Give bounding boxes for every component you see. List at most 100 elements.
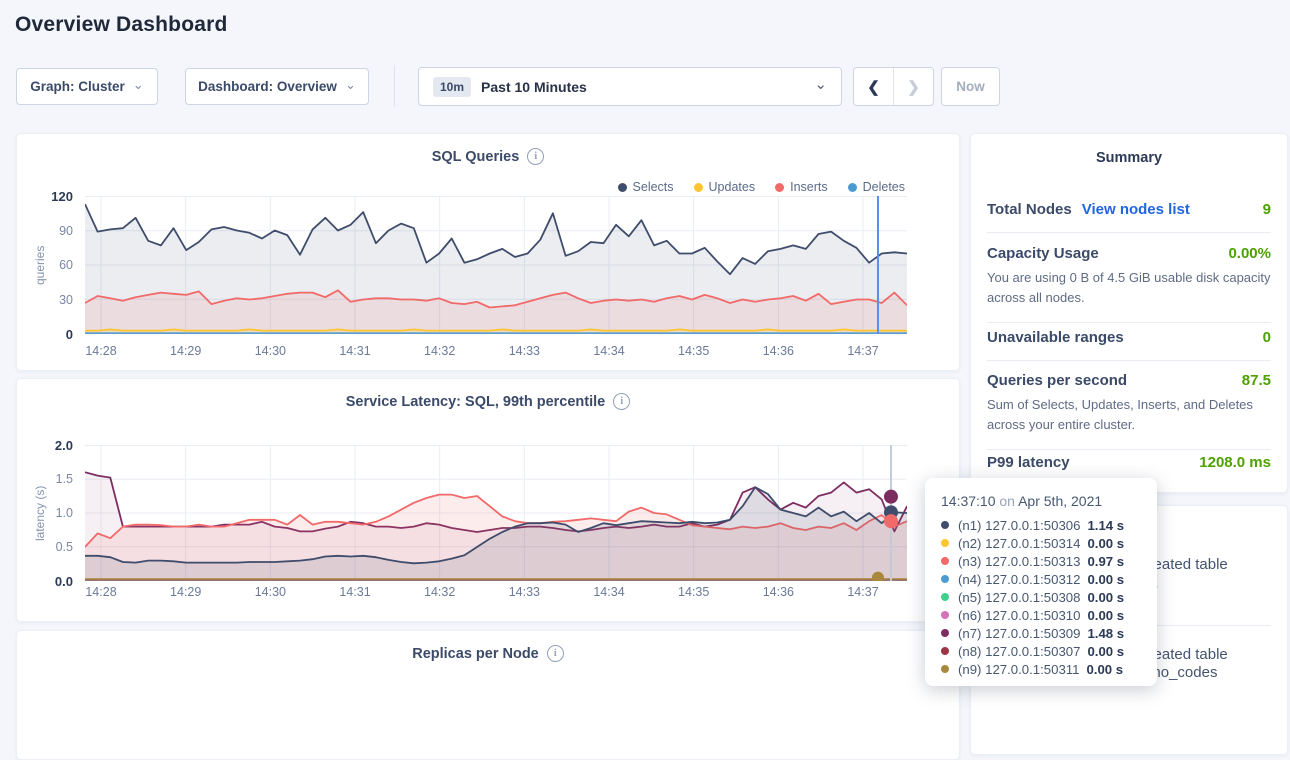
replicas-per-node-title: Replicas per Node [412, 646, 539, 662]
now-button-label: Now [956, 79, 985, 94]
tooltip-node-row: (n5) 127.0.0.1:503080.00 s [941, 588, 1141, 606]
legend-item-deletes[interactable]: Deletes [848, 180, 905, 194]
prev-time-button[interactable]: ❮ [854, 68, 894, 105]
x-tick-label: 14:33 [496, 585, 552, 599]
node-color-dot-icon [941, 611, 949, 619]
unavailable-ranges-value: 0 [1263, 329, 1271, 346]
y-axis-ticks: 0306090120 [37, 196, 73, 334]
info-icon[interactable]: i [547, 645, 564, 662]
tooltip-node-row: (n7) 127.0.0.1:503091.48 s [941, 624, 1141, 642]
x-tick-label: 14:31 [327, 344, 383, 358]
y-tick-label: 2.0 [55, 438, 73, 453]
x-tick-label: 14:30 [242, 585, 298, 599]
x-axis-ticks: 14:2814:2914:3014:3114:3214:3314:3414:35… [85, 585, 907, 603]
summary-total-nodes: Total Nodes View nodes list 9 [987, 191, 1271, 233]
node-address: (n9) 127.0.0.1:50311 [958, 662, 1079, 677]
qps-value: 87.5 [1242, 372, 1271, 389]
y-tick-label: 1.0 [56, 506, 73, 520]
tooltip-timestamp: 14:37:10 on Apr 5th, 2021 [941, 493, 1141, 509]
time-range-label: Past 10 Minutes [481, 79, 587, 95]
tooltip-node-row: (n1) 127.0.0.1:503061.14 s [941, 516, 1141, 534]
node-address: (n1) 127.0.0.1:50306 [958, 518, 1080, 533]
replicas-per-node-card: Replicas per Node i [16, 630, 960, 760]
node-address: (n6) 127.0.0.1:50310 [958, 608, 1080, 623]
summary-card: Summary Total Nodes View nodes list 9 Ca… [970, 133, 1288, 493]
node-latency-value: 0.00 s [1086, 662, 1123, 677]
y-axis-ticks: 0.00.51.01.52.0 [37, 445, 73, 581]
tooltip-node-row: (n3) 127.0.0.1:50313 0.97 s [941, 552, 1141, 570]
node-address: (n2) 127.0.0.1:50314 [958, 536, 1080, 551]
node-color-dot-icon [941, 521, 949, 529]
legend-label: Updates [709, 180, 756, 194]
next-time-button[interactable]: ❯ [894, 68, 933, 105]
p99-latency-value: 1208.0 ms [1199, 454, 1271, 471]
y-tick-label: 1.5 [56, 472, 73, 486]
sql-queries-plot[interactable] [85, 196, 907, 334]
y-tick-label: 0.5 [56, 540, 73, 554]
total-nodes-label: Total Nodes [987, 201, 1072, 218]
node-address: (n3) 127.0.0.1:50313 [958, 554, 1080, 569]
info-icon[interactable]: i [613, 393, 630, 410]
graph-dropdown-label: Graph: Cluster [30, 79, 125, 94]
graph-dropdown[interactable]: Graph: Cluster ⌄ [16, 68, 158, 105]
legend-dot-icon [694, 183, 703, 192]
y-tick-label: 120 [51, 189, 73, 204]
x-tick-label: 14:34 [581, 585, 637, 599]
node-latency-value: 0.00 s [1087, 572, 1124, 587]
x-tick-label: 14:30 [242, 344, 298, 358]
x-tick-label: 14:35 [666, 585, 722, 599]
now-button[interactable]: Now [941, 67, 1000, 106]
x-tick-label: 14:37 [835, 585, 891, 599]
legend-item-updates[interactable]: Updates [694, 180, 756, 194]
node-color-dot-icon [941, 575, 949, 583]
y-tick-label: 0 [66, 327, 73, 342]
y-tick-label: 30 [59, 293, 73, 307]
unavailable-ranges-label: Unavailable ranges [987, 329, 1124, 346]
dashboard-dropdown-label: Dashboard: Overview [198, 79, 337, 94]
total-nodes-value: 9 [1263, 201, 1271, 218]
x-tick-label: 14:29 [158, 344, 214, 358]
legend-dot-icon [848, 183, 857, 192]
legend-label: Inserts [790, 180, 828, 194]
service-latency-title: Service Latency: SQL, 99th percentile [346, 394, 606, 410]
time-step-buttons: ❮ ❯ [853, 67, 934, 106]
legend-item-inserts[interactable]: Inserts [775, 180, 828, 194]
y-tick-label: 60 [59, 258, 73, 272]
x-tick-label: 14:33 [496, 344, 552, 358]
node-address: (n8) 127.0.0.1:50307 [958, 644, 1080, 659]
time-range-dropdown[interactable]: 10m Past 10 Minutes ⌄ [418, 67, 842, 106]
tooltip-node-list: (n1) 127.0.0.1:503061.14 s(n2) 127.0.0.1… [941, 516, 1141, 678]
x-tick-label: 14:36 [750, 585, 806, 599]
legend-dot-icon [618, 183, 627, 192]
legend-label: Deletes [863, 180, 905, 194]
node-color-dot-icon [941, 557, 949, 565]
page-title: Overview Dashboard [15, 13, 228, 37]
capacity-usage-note: You are using 0 B of 4.5 GiB usable disk… [987, 268, 1271, 308]
legend-item-selects[interactable]: Selects [618, 180, 674, 194]
view-nodes-list-link[interactable]: View nodes list [1082, 201, 1190, 218]
x-tick-label: 14:28 [73, 344, 129, 358]
service-latency-plot[interactable] [85, 445, 907, 581]
sql-queries-card: SQL Queries i Selects Updates Inserts Delet… [16, 133, 960, 371]
node-latency-value: 0.97 s [1087, 554, 1124, 569]
tooltip-node-row: (n2) 127.0.0.1:503140.00 s [941, 534, 1141, 552]
info-icon[interactable]: i [527, 148, 544, 165]
capacity-usage-value: 0.00% [1228, 245, 1271, 262]
node-latency-value: 1.48 s [1087, 626, 1124, 641]
tooltip-node-row: (n9) 127.0.0.1:50311 0.00 s [941, 660, 1141, 678]
node-color-dot-icon [941, 647, 949, 655]
summary-capacity: Capacity Usage 0.00% You are using 0 B o… [987, 231, 1271, 323]
node-latency-value: 0.00 s [1087, 644, 1124, 659]
x-axis-ticks: 14:2814:2914:3014:3114:3214:3314:3414:35… [85, 344, 907, 362]
x-tick-label: 14:32 [412, 585, 468, 599]
sql-queries-title: SQL Queries [432, 149, 520, 165]
tooltip-node-row: (n8) 127.0.0.1:50307 0.00 s [941, 642, 1141, 660]
dashboard-dropdown[interactable]: Dashboard: Overview ⌄ [185, 68, 369, 105]
legend-label: Selects [633, 180, 674, 194]
service-latency-card: Service Latency: SQL, 99th percentile i … [16, 378, 960, 622]
x-tick-label: 14:29 [158, 585, 214, 599]
x-tick-label: 14:34 [581, 344, 637, 358]
chevron-down-icon: ⌄ [345, 78, 356, 91]
summary-title: Summary [987, 150, 1271, 166]
summary-unavailable-ranges: Unavailable ranges 0 [987, 315, 1271, 361]
